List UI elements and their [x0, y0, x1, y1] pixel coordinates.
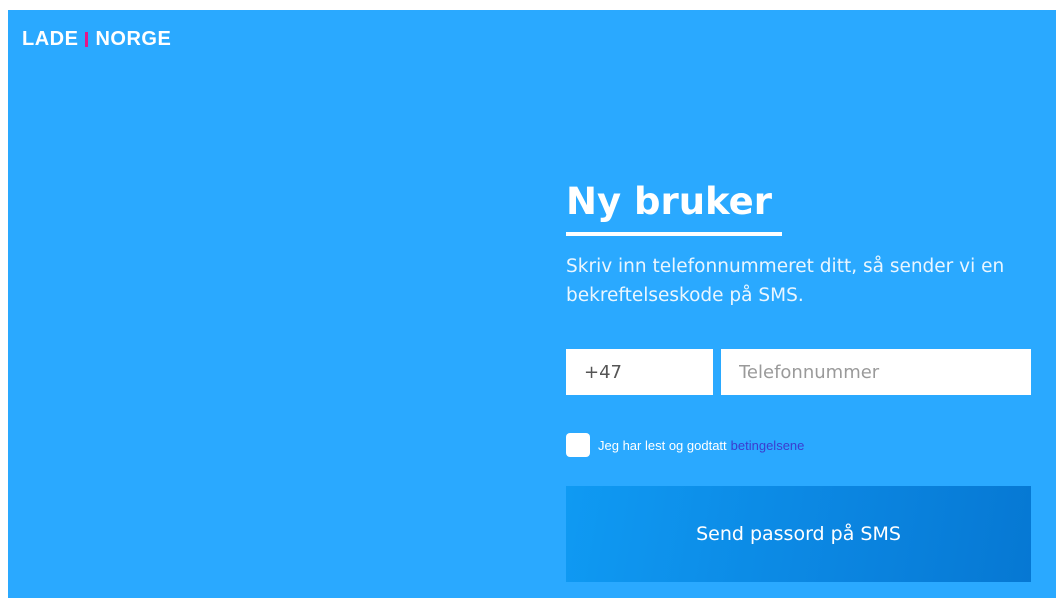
terms-link[interactable]: betingelsene [731, 438, 805, 453]
title-underline [566, 232, 782, 236]
terms-checkbox[interactable] [566, 433, 590, 457]
country-code-input[interactable] [566, 349, 713, 395]
logo-text-left: LADE [22, 28, 79, 50]
page-title: Ny bruker [566, 180, 772, 223]
page-background: LADE NORGE Ny bruker Skriv inn telefonnu… [8, 10, 1056, 598]
logo-text-right: NORGE [95, 28, 172, 50]
phone-number-input[interactable] [721, 349, 1031, 395]
send-sms-button[interactable]: Send passord på SMS [566, 486, 1031, 582]
logo-separator [85, 32, 89, 47]
intro-text: Skriv inn telefonnummeret ditt, så sende… [566, 256, 1005, 306]
lade-norge-logo[interactable]: LADE NORGE [22, 28, 171, 51]
terms-label: Jeg har lest og godtatt [598, 437, 727, 453]
terms-row: Jeg har lest og godtatt betingelsene [566, 433, 804, 457]
